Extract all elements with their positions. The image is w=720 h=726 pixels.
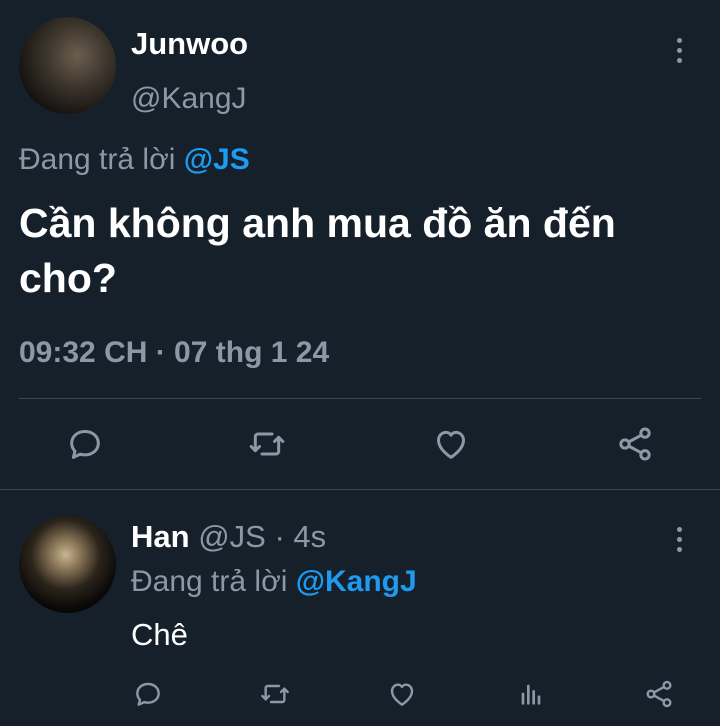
more-icon[interactable] xyxy=(677,527,683,557)
mention-link[interactable]: @KangJ xyxy=(296,565,417,598)
like-icon[interactable] xyxy=(431,424,471,464)
retweet-icon[interactable] xyxy=(259,678,291,710)
tweet-text: Cần không anh mua đồ ăn đến cho? xyxy=(19,200,616,301)
display-name[interactable]: Junwoo xyxy=(131,26,248,62)
timestamp[interactable]: 09:32 CH · 07 thg 1 24 xyxy=(19,336,329,370)
share-icon[interactable] xyxy=(643,678,675,710)
replying-prefix: Đang trả lời xyxy=(131,565,296,598)
replying-to: Đang trả lời @JS xyxy=(19,143,250,177)
avatar-han[interactable] xyxy=(19,516,116,613)
user-handle[interactable]: @KangJ xyxy=(131,82,247,116)
reply-display-name[interactable]: Han xyxy=(131,519,190,554)
divider xyxy=(0,489,720,490)
avatar-junwoo[interactable] xyxy=(19,17,116,114)
analytics-icon[interactable] xyxy=(515,678,547,710)
reply-meta: @JS · 4s xyxy=(198,519,327,554)
like-icon[interactable] xyxy=(386,678,418,710)
comment-icon[interactable] xyxy=(132,678,164,710)
comment-icon[interactable] xyxy=(65,424,105,464)
reply-text: Chê xyxy=(131,617,188,652)
retweet-icon[interactable] xyxy=(247,424,287,464)
more-icon[interactable] xyxy=(677,38,683,68)
replying-prefix: Đang trả lời xyxy=(19,143,184,176)
mention-link[interactable]: @JS xyxy=(184,143,250,176)
divider xyxy=(19,398,701,399)
share-icon[interactable] xyxy=(615,424,655,464)
reply-header: Han @JS · 4s xyxy=(131,519,326,555)
reply-replying-to: Đang trả lời @KangJ xyxy=(131,565,417,599)
